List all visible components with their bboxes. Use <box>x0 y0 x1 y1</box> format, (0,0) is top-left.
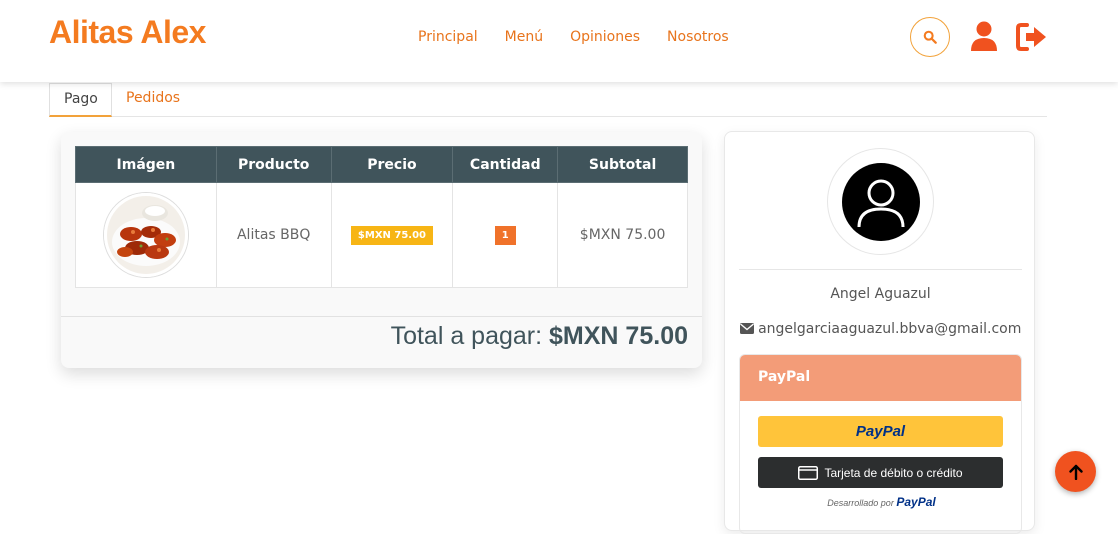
column-header-producto: Producto <box>215 146 332 183</box>
credit-card-icon <box>798 465 819 480</box>
brand-logo[interactable]: Alitas Alex <box>49 14 206 51</box>
column-header-imagen: Imágen <box>75 146 217 183</box>
profile-email: angelgarciaaguazul.bbva@gmail.com <box>758 321 1022 337</box>
card-payment-label: Tarjeta de débito o crédito <box>824 465 963 480</box>
total-value: $MXN 75.00 <box>549 322 688 350</box>
quantity-cell: 1 <box>452 182 559 288</box>
search-icon <box>923 30 937 44</box>
cart-table: Imágen Producto Precio Cantidad Subtotal <box>75 146 688 288</box>
nav-link-nosotros[interactable]: Nosotros <box>667 29 729 45</box>
subtotal: $MXN 75.00 <box>557 182 688 288</box>
table-header-row: Imágen Producto Precio Cantidad Subtotal <box>75 146 688 183</box>
logout-icon[interactable] <box>1016 23 1048 51</box>
nav-link-menu[interactable]: Menú <box>505 29 543 45</box>
nav-links: Principal Menú Opiniones Nosotros <box>418 29 729 45</box>
quantity-badge: 1 <box>494 225 516 245</box>
arrow-up-icon <box>1068 464 1083 480</box>
paypal-card: PayPal PayPal Tarjeta de débito o crédit… <box>739 354 1022 534</box>
powered-prefix: Desarrollado por <box>827 498 894 508</box>
cart-card: Imágen Producto Precio Cantidad Subtotal <box>61 132 702 368</box>
column-header-subtotal: Subtotal <box>557 146 688 183</box>
total-label: Total a pagar: <box>390 322 543 350</box>
search-button[interactable] <box>910 17 950 57</box>
profile-card: Angel Aguazul angelgarciaaguazul.bbva@gm… <box>724 131 1036 534</box>
price-badge: $MXN 75.00 <box>350 225 434 245</box>
scroll-to-top-button[interactable] <box>1055 451 1096 492</box>
nav-link-principal[interactable]: Principal <box>418 29 478 45</box>
envelope-icon <box>739 323 754 334</box>
avatar <box>827 148 934 255</box>
divider <box>739 269 1022 270</box>
table-row: Alitas BBQ $MXN 75.00 1 $MXN 75.00 <box>75 182 688 288</box>
paypal-button[interactable]: PayPal <box>758 416 1003 447</box>
powered-brand: PayPal <box>896 495 936 509</box>
divider <box>61 316 702 317</box>
profile-name: Angel Aguazul <box>830 286 931 302</box>
product-image <box>103 193 188 277</box>
paypal-button-label: PayPal <box>855 423 906 440</box>
column-header-cantidad: Cantidad <box>452 146 559 183</box>
profile-email-line: angelgarciaaguazul.bbva@gmail.com <box>725 321 1036 337</box>
paypal-header: PayPal <box>740 355 1021 401</box>
card-payment-button[interactable]: Tarjeta de débito o crédito <box>758 457 1003 488</box>
total-to-pay: Total a pagar: $MXN 75.00 <box>391 322 688 351</box>
tab-pago[interactable]: Pago <box>49 83 112 117</box>
product-image-cell <box>75 182 217 288</box>
user-icon[interactable] <box>969 21 999 51</box>
navbar: Alitas Alex Principal Menú Opiniones Nos… <box>0 0 1118 82</box>
tabs-bar: Pago Pedidos <box>49 83 1047 117</box>
price-cell: $MXN 75.00 <box>330 182 454 288</box>
tab-pedidos[interactable]: Pedidos <box>112 83 194 117</box>
column-header-precio: Precio <box>330 146 454 183</box>
powered-by-paypal: Desarrollado por PayPal <box>740 495 1021 509</box>
avatar-icon <box>841 162 920 241</box>
nav-link-opiniones[interactable]: Opiniones <box>570 29 640 45</box>
product-name: Alitas BBQ <box>215 182 332 288</box>
